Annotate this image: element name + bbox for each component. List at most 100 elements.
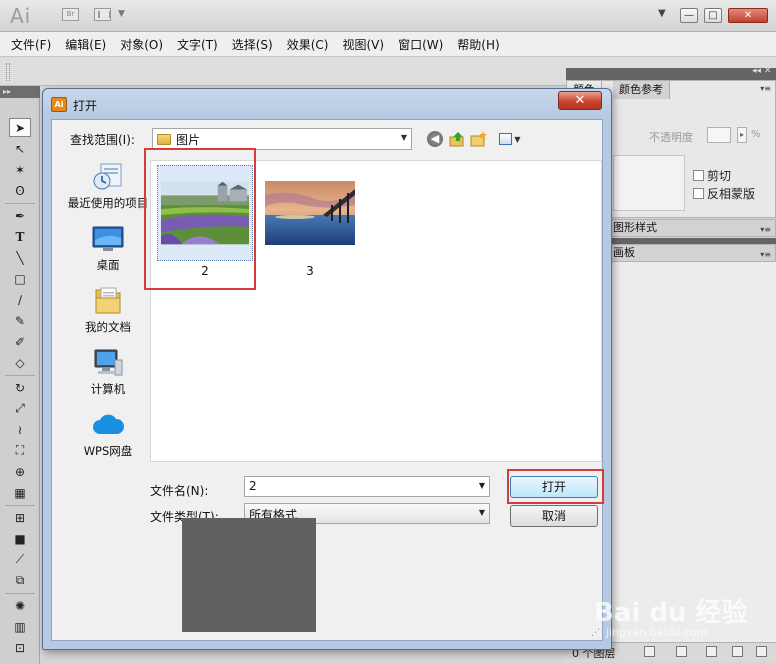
magic-wand-tool-icon[interactable]: ✶	[9, 160, 31, 179]
locate-object-icon[interactable]	[644, 646, 655, 657]
cancel-button[interactable]: 取消	[510, 505, 598, 527]
scale-tool-icon[interactable]: ⤢	[9, 399, 31, 418]
back-arrow-icon: ◀	[427, 131, 443, 147]
symbol-sprayer-tool-icon[interactable]: ✺	[9, 596, 31, 615]
clip-checkbox[interactable]: 剪切	[693, 167, 731, 184]
menu-window[interactable]: 窗口(W)	[391, 36, 450, 53]
place-computer[interactable]: 计算机	[60, 348, 156, 397]
opacity-arrow-icon[interactable]: ▸	[737, 127, 747, 143]
warp-tool-icon[interactable]: ≀	[9, 420, 31, 439]
checkbox-icon[interactable]	[693, 188, 704, 199]
place-recent[interactable]: 最近使用的项目	[60, 162, 156, 211]
maximize-button[interactable]: □	[704, 8, 722, 23]
opacity-input[interactable]	[707, 127, 731, 143]
new-sublayer-icon[interactable]	[706, 646, 717, 657]
blend-tool-icon[interactable]: ⧉	[9, 571, 31, 590]
folder-icon	[157, 133, 171, 145]
gradient-tool-icon[interactable]: ■	[9, 529, 31, 548]
menu-select[interactable]: 选择(S)	[225, 36, 280, 53]
direct-selection-tool-icon[interactable]: ↖	[9, 139, 31, 158]
desktop-icon	[92, 224, 124, 254]
filename-input[interactable]: 2 ▼	[244, 476, 490, 497]
place-my-documents[interactable]: 我的文档	[60, 286, 156, 335]
minimize-button[interactable]: —	[680, 8, 698, 23]
rotate-tool-icon[interactable]: ↻	[9, 378, 31, 397]
opacity-label: 不透明度	[649, 131, 693, 144]
divider	[5, 375, 35, 376]
pen-tool-icon[interactable]: ✒	[9, 206, 31, 225]
chevron-down-icon[interactable]: ▼	[401, 133, 407, 142]
type-tool-icon[interactable]: T	[9, 227, 31, 246]
place-wps-cloud-label: WPS网盘	[83, 444, 133, 458]
panel-menu-icon[interactable]: ▾≡	[760, 222, 771, 238]
filename-value: 2	[249, 479, 257, 493]
lasso-tool-icon[interactable]: ʘ	[9, 181, 31, 200]
paintbrush-tool-icon[interactable]: ∕	[9, 290, 31, 309]
chevron-down-icon[interactable]: ▼	[479, 508, 485, 517]
selection-tool-icon[interactable]: ➤	[9, 118, 31, 137]
highlight-selected-file	[144, 148, 256, 290]
new-folder-button[interactable]	[470, 130, 488, 148]
place-desktop-label: 桌面	[96, 258, 120, 272]
preview-pane	[182, 518, 316, 632]
menu-view[interactable]: 视图(V)	[335, 36, 391, 53]
back-button[interactable]: ◀	[426, 130, 444, 148]
divider	[5, 593, 35, 594]
pencil-tool-icon[interactable]: ✎	[9, 311, 31, 330]
menu-edit[interactable]: 编辑(E)	[58, 36, 113, 53]
chevron-down-icon[interactable]: ▼	[658, 8, 666, 19]
dialog-body: 查找范围(I): 图片 ▼ ◀ ▼ 最近使用的项目 桌面 我的文档 计算机 WP…	[51, 119, 604, 641]
eraser-tool-icon[interactable]: ◇	[9, 353, 31, 372]
eyedropper-tool-icon[interactable]: ⟋	[9, 550, 31, 569]
places-bar: 最近使用的项目 桌面 我的文档 计算机 WPS网盘	[60, 160, 148, 596]
grip-handle[interactable]	[6, 63, 10, 81]
bridge-button[interactable]: Br	[62, 8, 79, 21]
panel-collapse-icon[interactable]: ◂◂ ✕	[752, 66, 771, 76]
line-tool-icon[interactable]: ╲	[9, 248, 31, 267]
look-in-value: 图片	[176, 132, 201, 147]
menu-effect[interactable]: 效果(C)	[280, 36, 336, 53]
close-dialog-button[interactable]: ✕	[558, 91, 602, 110]
close-app-button[interactable]: ✕	[728, 8, 768, 23]
blob-brush-tool-icon[interactable]: ✐	[9, 332, 31, 351]
resize-grip-icon[interactable]: ⋰	[591, 628, 600, 638]
tab-color-guide[interactable]: 颜色参考	[613, 81, 670, 99]
up-one-level-button[interactable]	[448, 130, 466, 148]
place-desktop[interactable]: 桌面	[60, 224, 156, 273]
menu-type[interactable]: 文字(T)	[170, 36, 225, 53]
shape-builder-tool-icon[interactable]: ⊕	[9, 462, 31, 481]
make-clipping-mask-icon[interactable]	[676, 646, 687, 657]
checkbox-icon[interactable]	[693, 170, 704, 181]
panel-menu-icon[interactable]: ▾≡	[760, 84, 771, 93]
pier-sunset-thumbnail	[265, 181, 355, 245]
computer-icon	[92, 348, 124, 378]
menu-file[interactable]: 文件(F)	[4, 36, 58, 53]
chevron-down-icon[interactable]: ▼	[118, 9, 125, 19]
look-in-dropdown[interactable]: 图片 ▼	[152, 128, 412, 150]
place-wps-cloud[interactable]: WPS网盘	[60, 410, 156, 459]
view-menu-button[interactable]: ▼	[496, 130, 524, 148]
place-recent-label: 最近使用的项目	[67, 196, 149, 210]
file-item-3[interactable]: 3	[262, 165, 358, 278]
my-documents-icon	[92, 286, 124, 316]
chevron-down-icon[interactable]: ▼	[479, 481, 485, 490]
illustrator-logo: Ai	[10, 4, 32, 28]
free-transform-tool-icon[interactable]: ⛶	[9, 441, 31, 460]
artboard-tool-icon[interactable]: ⊡	[9, 638, 31, 657]
panel-collapse-icon[interactable]: ▸▸	[0, 86, 40, 98]
mesh-tool-icon[interactable]: ⊞	[9, 508, 31, 527]
invert-mask-checkbox[interactable]: 反相蒙版	[693, 185, 755, 202]
perspective-grid-tool-icon[interactable]: ▦	[9, 483, 31, 502]
panel-menu-icon[interactable]: ▾≡	[760, 247, 771, 263]
tools-panel: ▸▸ ➤ ↖ ✶ ʘ ✒ T ╲ □ ∕ ✎ ✐ ◇ ↻ ⤢ ≀ ⛶ ⊕ ▦ ⊞…	[0, 86, 40, 664]
arrange-documents-button[interactable]	[94, 8, 111, 21]
place-computer-label: 计算机	[90, 382, 126, 396]
new-layer-icon[interactable]	[732, 646, 743, 657]
menu-help[interactable]: 帮助(H)	[450, 36, 506, 53]
column-graph-tool-icon[interactable]: ▥	[9, 617, 31, 636]
new-folder-icon	[470, 130, 487, 146]
rectangle-tool-icon[interactable]: □	[9, 269, 31, 288]
trash-icon[interactable]	[756, 646, 767, 657]
menu-object[interactable]: 对象(O)	[113, 36, 170, 53]
dialog-title: 打开	[73, 99, 98, 113]
